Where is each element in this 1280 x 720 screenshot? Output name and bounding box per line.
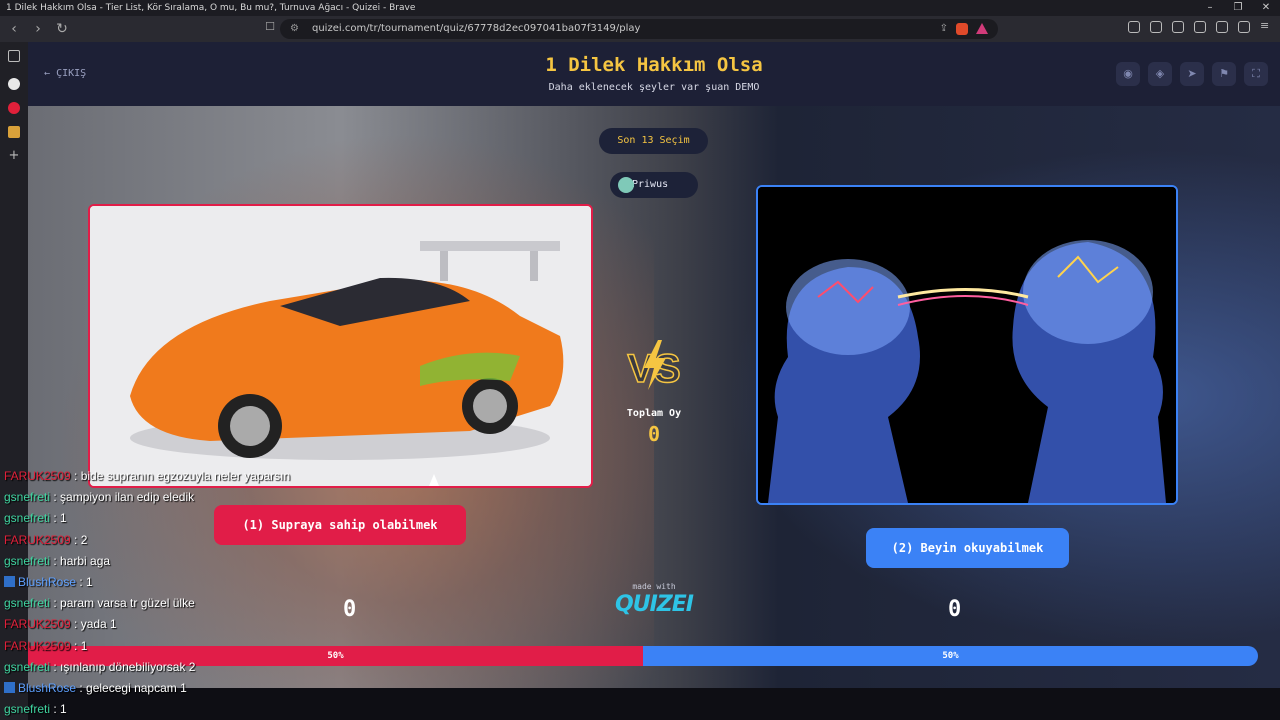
user-badge-icon bbox=[4, 681, 15, 693]
chat-message: gsnefreti : 1 bbox=[0, 699, 330, 720]
chatgpt-icon[interactable] bbox=[8, 78, 20, 90]
chat-username: BlushRose bbox=[18, 574, 77, 589]
mouse-cursor bbox=[429, 474, 439, 486]
chat-message: BlushRose : gelecegi napcam 1 bbox=[0, 678, 330, 699]
user-badge-icon bbox=[4, 575, 15, 587]
chat-username: FARUK2509 bbox=[4, 469, 71, 483]
site-info-icon[interactable]: ⚙ bbox=[290, 19, 299, 39]
chat-username: BlushRose bbox=[18, 680, 77, 695]
choice-2-image[interactable] bbox=[756, 185, 1178, 505]
round-label: Son 13 Seçim bbox=[599, 128, 708, 154]
sidebar-panel-icon[interactable] bbox=[8, 50, 20, 62]
fullscreen-icon[interactable]: ⛶ bbox=[1244, 62, 1268, 86]
wallet-icon[interactable] bbox=[1194, 21, 1206, 33]
restore-icon[interactable]: ❐ bbox=[1224, 0, 1252, 16]
app-icon[interactable] bbox=[8, 126, 20, 138]
chat-message: gsnefreti : param varsa tr güzel ülke bbox=[0, 593, 330, 614]
eye-icon[interactable]: ◉ bbox=[1116, 62, 1140, 86]
media-icon[interactable] bbox=[1150, 21, 1162, 33]
brains-image bbox=[758, 187, 1176, 503]
chat-text: : 1 bbox=[70, 638, 88, 653]
chat-username: FARUK2509 bbox=[4, 638, 71, 653]
creator-name: Priwus bbox=[632, 179, 669, 190]
back-icon[interactable]: ‹ bbox=[4, 21, 24, 37]
avatar bbox=[618, 177, 634, 193]
chat-username: gsnefreti bbox=[4, 511, 51, 526]
choice-2-score: 0 bbox=[948, 597, 962, 622]
chat-message: gsnefreti : harbi aga bbox=[0, 551, 330, 572]
chat-username: gsnefreti bbox=[4, 596, 51, 611]
chat-username: FARUK2509 bbox=[4, 617, 71, 632]
url-text: quizei.com/tr/tournament/quiz/67778d2ec0… bbox=[312, 23, 641, 34]
minimize-icon[interactable]: – bbox=[1196, 0, 1224, 16]
chat-text: : 1 bbox=[76, 574, 93, 589]
choice-2-progress: 50% bbox=[643, 646, 1258, 666]
chat-text: : harbi aga bbox=[50, 553, 111, 568]
chat-username: gsnefreti bbox=[4, 659, 51, 674]
vs-lightning-icon: VS bbox=[627, 340, 681, 392]
choice-1-score: 0 bbox=[343, 597, 357, 622]
chat-text: : 2 bbox=[70, 532, 88, 547]
chat-message: gsnefreti : şampiyon ilan edip eledik bbox=[0, 487, 330, 508]
reload-icon[interactable]: ↻ bbox=[52, 21, 72, 37]
car-image bbox=[90, 206, 591, 486]
window-controls: – ❐ ✕ bbox=[1196, 0, 1280, 16]
share-icon[interactable]: ◈ bbox=[1148, 62, 1172, 86]
chat-message: gsnefreti : ışınlanıp dönebiliyorsak 2 bbox=[0, 657, 330, 678]
chat-overlay: FARUK2509 : bide supranın egzozuyla nele… bbox=[0, 466, 330, 720]
choice-1-image[interactable] bbox=[88, 204, 593, 488]
sidebar-toggle-icon[interactable] bbox=[1172, 21, 1184, 33]
address-bar[interactable]: ⚙ quizei.com/tr/tournament/quiz/67778d2e… bbox=[280, 19, 998, 39]
bookmark-icon[interactable]: ☐ bbox=[260, 20, 280, 33]
choice-2-button[interactable]: (2) Beyin okuyabilmek bbox=[866, 528, 1069, 568]
menu-icon[interactable]: ≡ bbox=[1260, 20, 1272, 33]
chat-text: : bide supranın egzozuyla neler yaparsın bbox=[70, 469, 291, 483]
flag-icon[interactable]: ⚑ bbox=[1212, 62, 1236, 86]
chat-text: : 1 bbox=[50, 511, 67, 526]
chat-text: : param varsa tr güzel ülke bbox=[50, 596, 195, 611]
chat-message: gsnefreti : 1 bbox=[0, 508, 330, 529]
quiz-header: ← ÇIKIŞ 1 Dilek Hakkım Olsa Daha eklenec… bbox=[28, 42, 1280, 106]
total-votes-value: 0 bbox=[647, 422, 661, 446]
chat-message: BlushRose : 1 bbox=[0, 572, 330, 593]
chat-message: FARUK2509 : 2 bbox=[0, 530, 330, 551]
total-votes-label: Toplam Oy bbox=[626, 408, 682, 419]
chat-text: : gelecegi napcam 1 bbox=[76, 680, 187, 695]
chat-text: : şampiyon ilan edip eledik bbox=[50, 490, 195, 505]
youtube-icon[interactable] bbox=[8, 102, 20, 114]
creator-badge[interactable]: Priwus bbox=[610, 172, 698, 198]
leo-icon[interactable] bbox=[1216, 21, 1228, 33]
chat-message: FARUK2509 : yada 1 bbox=[0, 614, 330, 635]
chat-username: gsnefreti bbox=[4, 702, 51, 717]
chat-text: : 1 bbox=[50, 702, 67, 717]
share-page-icon[interactable]: ⇪ bbox=[940, 19, 948, 39]
window-title-bar: 1 Dilek Hakkım Olsa - Tier List, Kör Sır… bbox=[0, 0, 1280, 16]
brave-rewards-icon[interactable] bbox=[976, 23, 988, 34]
made-with-label: made with bbox=[632, 582, 676, 591]
extensions-icon[interactable] bbox=[1128, 21, 1140, 33]
brave-shield-icon[interactable] bbox=[956, 23, 968, 35]
chat-text: : yada 1 bbox=[70, 617, 117, 632]
quiz-title: 1 Dilek Hakkım Olsa bbox=[545, 54, 763, 76]
extension-icons: ≡ bbox=[1128, 20, 1272, 33]
chat-text: : ışınlanıp dönebiliyorsak 2 bbox=[50, 659, 196, 674]
chat-username: gsnefreti bbox=[4, 553, 51, 568]
vpn-icon[interactable] bbox=[1238, 21, 1250, 33]
add-icon[interactable]: + bbox=[8, 149, 20, 162]
browser-toolbar: ‹ › ↻ ☐ ⚙ quizei.com/tr/tournament/quiz/… bbox=[0, 16, 1280, 42]
send-icon[interactable]: ➤ bbox=[1180, 62, 1204, 86]
chat-message: FARUK2509 : bide supranın egzozuyla nele… bbox=[0, 466, 330, 487]
header-actions: ◉ ◈ ➤ ⚑ ⛶ bbox=[1116, 62, 1268, 86]
chat-message: FARUK2509 : 1 bbox=[0, 636, 330, 657]
chat-username: FARUK2509 bbox=[4, 532, 71, 547]
close-icon[interactable]: ✕ bbox=[1252, 0, 1280, 16]
quizei-logo[interactable]: QUIZEI bbox=[594, 592, 714, 617]
chat-username: gsnefreti bbox=[4, 490, 51, 505]
forward-icon[interactable]: › bbox=[28, 21, 48, 37]
window-title: 1 Dilek Hakkım Olsa - Tier List, Kör Sır… bbox=[6, 3, 416, 13]
quiz-subtitle: Daha eklenecek şeyler var şuan DEMO bbox=[548, 82, 760, 93]
